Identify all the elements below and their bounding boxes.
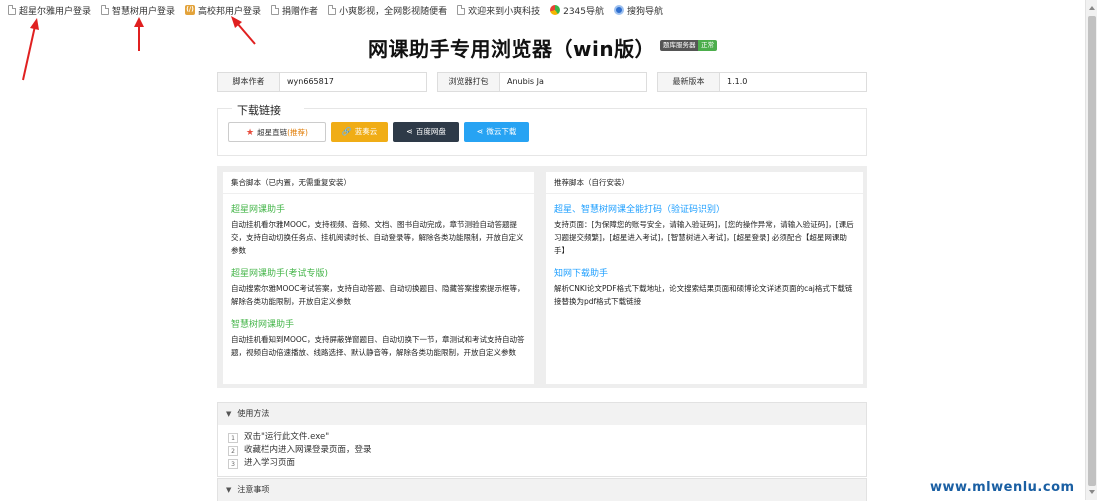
step-text: 收藏栏内进入网课登录页面，登录 xyxy=(244,445,372,455)
packager-label: 浏览器打包 xyxy=(438,73,500,91)
script-link-cnki[interactable]: 知网下载助手 xyxy=(554,266,855,279)
bookmark-sogou[interactable]: 搜狗导航 xyxy=(610,1,667,19)
step-number: 1 xyxy=(228,432,238,443)
author-info: 脚本作者 wyn665817 xyxy=(217,72,427,92)
step-number: 3 xyxy=(228,458,238,469)
usage-title: 使用方法 xyxy=(237,409,270,418)
download-legend: 下载链接 xyxy=(233,102,285,118)
script-desc: 自动挂机看尔雅MOOC，支持视频、音频、文档、图书自动完成，章节测验自动答题提交… xyxy=(231,220,524,255)
bookmark-welcome[interactable]: 欢迎来到小爽科技 xyxy=(453,1,544,19)
vertical-scrollbar[interactable] xyxy=(1085,0,1097,500)
builtin-scripts-card: 集合脚本（已内置，无需重复安装） 超星网课助手 自动挂机看尔雅MOOC，支持视频… xyxy=(223,172,534,384)
bookmark-label: 搜狗导航 xyxy=(627,6,664,17)
chevron-down-icon: ▼ xyxy=(226,410,232,418)
page-icon xyxy=(8,5,16,15)
2345-logo-icon xyxy=(550,5,561,15)
version-info: 最新版本 1.1.0 xyxy=(657,72,867,92)
script-desc: 支持页面：[为保障您的账号安全，请输入验证码]，[您的操作异常，请输入验证码]，… xyxy=(554,220,854,255)
step-text: 双击"运行此文件.exe" xyxy=(244,432,330,442)
usage-header[interactable]: ▼ 使用方法 xyxy=(218,403,866,425)
share-icon: ⋖ xyxy=(476,127,484,136)
script-link-chaoxing-exam[interactable]: 超星网课助手(考试专版) xyxy=(231,266,526,279)
lanzou-button[interactable]: 🔗 蓝奏云 xyxy=(331,122,388,142)
script-desc: 自动搜索尔雅MOOC考试答案，支持自动答题、自动切换题目、隐藏答案搜索提示框等，… xyxy=(231,284,525,306)
page-icon xyxy=(457,5,466,15)
usage-section: ▼ 使用方法 1 双击"运行此文件.exe" 2 收藏栏内进入网课登录页面，登录 3进… xyxy=(217,402,867,477)
notes-title: 注意事项 xyxy=(237,485,270,494)
page-icon xyxy=(101,5,110,15)
weiyun-button[interactable]: ⋖ 微云下载 xyxy=(464,122,529,142)
bookmark-donate[interactable]: 捐赠作者 xyxy=(267,1,322,19)
bookmark-movies[interactable]: 小爽影视，全网影视随便看 xyxy=(324,1,451,19)
script-link-zhihuishu[interactable]: 智慧树网课助手 xyxy=(231,317,526,330)
bookmark-2345[interactable]: 2345导航 xyxy=(546,1,608,19)
bookmark-label: 超星尔雅用户登录 xyxy=(19,6,92,17)
chaoxing-direct-link-button[interactable]: ★ 超星直链(推荐) xyxy=(228,122,326,142)
annotation-arrow-1 xyxy=(22,18,39,81)
packager-value: Anubis Ja xyxy=(507,77,544,86)
script-item: 智慧树网课助手 自动挂机看知到MOOC，支持屏蔽弹窗题目、自动切换下一节，章测试… xyxy=(231,317,526,359)
script-item: 超星网课助手 自动挂机看尔雅MOOC，支持视频、音频、文档、图书自动完成，章节测… xyxy=(231,202,526,257)
recommended-scripts-card: 推荐脚本（自行安装） 超星、智慧树网课全能打码（验证码识别） 支持页面：[为保障… xyxy=(546,172,863,384)
sogou-logo-icon xyxy=(614,5,624,15)
baidu-pan-button[interactable]: ⋖ 百度网盘 xyxy=(393,122,459,142)
share-icon: ⋖ xyxy=(406,127,413,136)
bookmark-label: 捐赠作者 xyxy=(282,6,319,17)
bookmark-label: 欢迎来到小爽科技 xyxy=(468,6,541,17)
step-number: 2 xyxy=(228,445,238,456)
chaoxing-link-label: 超星直链 xyxy=(257,128,288,137)
builtin-scripts-header: 集合脚本（已内置，无需重复安装） xyxy=(223,172,534,194)
recommended-scripts-header: 推荐脚本（自行安装） xyxy=(546,172,863,194)
lanzou-label: 蓝奏云 xyxy=(354,127,378,136)
notes-section: ▼ 注意事项 xyxy=(217,478,867,501)
chevron-down-icon: ▼ xyxy=(226,486,232,494)
notes-header[interactable]: ▼ 注意事项 xyxy=(218,479,866,501)
script-item: 超星网课助手(考试专版) 自动搜索尔雅MOOC考试答案，支持自动答题、自动切换题… xyxy=(231,266,526,308)
author-value: wyn665817 xyxy=(287,77,334,86)
page-icon xyxy=(328,5,337,15)
scroll-up-icon[interactable] xyxy=(1089,6,1095,10)
page-title: 网课助手专用浏览器（win版） xyxy=(368,37,656,61)
script-item: 知网下载助手 解析CNKI论文PDF格式下载地址，论文搜索结果页面和硕博论文详述… xyxy=(554,266,855,308)
download-section: 下载链接 ★ 超星直链(推荐) 🔗 蓝奏云 ⋖ 百度网盘 ⋖ 微云下载 xyxy=(217,102,867,156)
script-link-captcha[interactable]: 超星、智慧树网课全能打码（验证码识别） xyxy=(554,202,855,215)
script-item: 超星、智慧树网课全能打码（验证码识别） 支持页面：[为保障您的账号安全，请输入验… xyxy=(554,202,855,257)
scroll-thumb[interactable] xyxy=(1088,16,1096,486)
recommended-label: (推荐) xyxy=(287,128,308,137)
script-link-chaoxing[interactable]: 超星网课助手 xyxy=(231,202,526,215)
step-text: 进入学习页面 xyxy=(244,458,296,468)
packager-info: 浏览器打包 Anubis Ja xyxy=(437,72,647,92)
site-watermark: www.mlwenlu.com xyxy=(930,480,1075,495)
annotation-arrow-2 xyxy=(134,17,144,51)
weiyun-label: 微云下载 xyxy=(486,127,517,136)
link-icon: 🔗 xyxy=(341,127,352,136)
baidu-label: 百度网盘 xyxy=(415,127,446,136)
bookmark-label: 智慧树用户登录 xyxy=(112,6,176,17)
scroll-down-icon[interactable] xyxy=(1089,490,1095,494)
version-value: 1.1.0 xyxy=(727,77,748,86)
star-icon: ★ xyxy=(246,128,255,138)
bookmarks-bar: 超星尔雅用户登录 智慧树用户登录 (/) 高校邦用户登录 捐赠作者 小爽影视，全网… xyxy=(0,0,1085,20)
usage-steps: 1 双击"运行此文件.exe" 2 收藏栏内进入网课登录页面，登录 3 进入学习页面 xyxy=(218,425,866,476)
scripts-panel: 集合脚本（已内置，无需重复安装） 超星网课助手 自动挂机看尔雅MOOC，支持视频… xyxy=(217,166,867,388)
version-label: 最新版本 xyxy=(658,73,720,91)
list-item: 3 进入学习页面 xyxy=(228,457,856,470)
bookmark-label: 小爽影视，全网影视随便看 xyxy=(339,6,448,17)
list-item: 1 双击"运行此文件.exe" xyxy=(228,431,856,444)
bookmark-label: 2345导航 xyxy=(563,6,604,17)
page-icon xyxy=(271,5,280,15)
script-desc: 自动挂机看知到MOOC，支持屏蔽弹窗题目、自动切换下一节，章测试和考试支持自动答… xyxy=(231,335,525,357)
server-status-label: 题库服务器 xyxy=(660,40,699,51)
script-desc: 解析CNKI论文PDF格式下载地址，论文搜索结果页面和硕博论文详述页面的caj格… xyxy=(554,284,853,306)
server-status-badge: 正常 xyxy=(698,40,717,51)
author-label: 脚本作者 xyxy=(218,73,280,91)
annotation-arrow-3 xyxy=(231,16,256,45)
list-item: 2 收藏栏内进入网课登录页面，登录 xyxy=(228,444,856,457)
bookmark-badge-icon: (/) xyxy=(185,5,196,15)
